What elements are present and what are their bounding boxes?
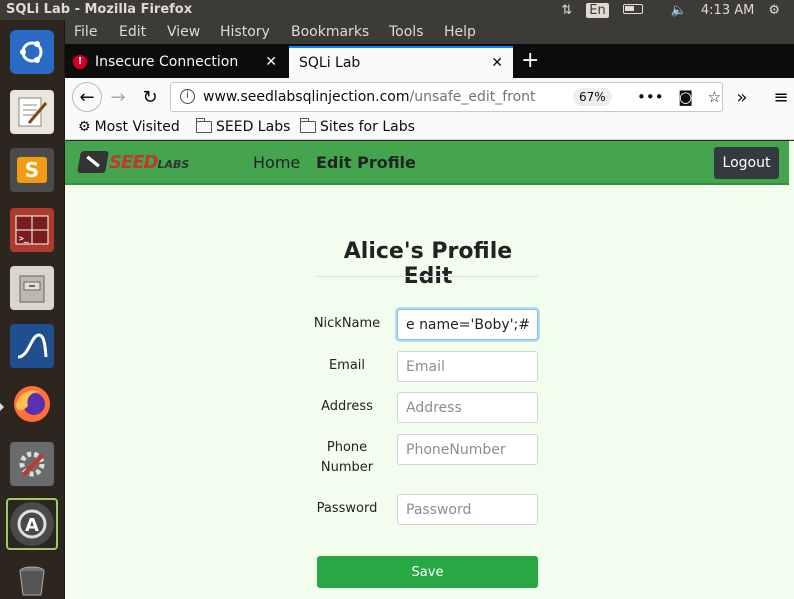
launcher-system-settings[interactable] [6, 438, 58, 490]
menu-help[interactable]: Help [444, 24, 476, 40]
text-editor-icon [10, 90, 54, 134]
launcher-software-updater[interactable]: A [6, 498, 58, 550]
system-top-panel: SQLi Lab - Mozilla Firefox ⇅ En 🔈 4:13 A… [0, 0, 794, 20]
url-bar[interactable]: i www.seedlabsqlinjection.com/unsafe_edi… [170, 82, 723, 112]
zoom-level-badge[interactable]: 67% [573, 88, 612, 106]
settings-gear-icon[interactable]: ⚙ [768, 3, 780, 18]
launcher-wireshark[interactable] [6, 320, 58, 372]
tab-sqli-lab[interactable]: SQLi Lab ✕ [289, 46, 513, 78]
nickname-label: NickName [313, 316, 381, 331]
seed-logo-mark-icon [77, 151, 109, 173]
bookmark-star-icon[interactable]: ☆ [708, 88, 721, 106]
network-arrows-icon[interactable]: ⇅ [561, 3, 572, 18]
navigation-toolbar: ← → ↻ i www.seedlabsqlinjection.com/unsa… [65, 78, 794, 116]
bookmark-label: SEED Labs [216, 119, 291, 135]
phone-number-input[interactable] [397, 434, 538, 465]
web-page: SEEDLABS Home Edit Profile Logout Alice'… [65, 141, 794, 599]
file-cabinet-icon [10, 266, 54, 310]
url-text[interactable]: www.seedlabsqlinjection.com/unsafe_edit_… [203, 89, 543, 105]
wireshark-fin-icon [10, 324, 54, 368]
seed-labs-logo[interactable]: SEEDLABS [77, 151, 190, 173]
hamburger-menu-icon[interactable]: ≡ [768, 84, 794, 110]
launcher-sublime[interactable]: S [6, 144, 58, 196]
tab-insecure-connection[interactable]: ! Insecure Connection ✕ [65, 46, 287, 78]
battery-icon[interactable] [622, 3, 657, 18]
password-input[interactable] [397, 494, 538, 525]
menu-view[interactable]: View [167, 24, 200, 40]
updater-icon: A [10, 502, 54, 546]
sublime-text-icon: S [10, 148, 54, 192]
phone-label-line1: Phone [326, 440, 368, 455]
forward-arrow-icon[interactable]: → [105, 84, 131, 110]
new-tab-plus-icon[interactable]: + [521, 48, 539, 73]
close-tab-icon[interactable]: ✕ [265, 54, 277, 70]
close-tab-icon[interactable]: ✕ [491, 55, 503, 71]
launcher-dash[interactable] [6, 26, 58, 78]
phone-label-line2: Number [320, 460, 374, 475]
site-info-icon[interactable]: i [180, 89, 195, 104]
ubuntu-logo-icon [10, 30, 54, 74]
page-actions: ••• ◙ ☆ [637, 88, 721, 106]
page-actions-ellipsis-icon[interactable]: ••• [637, 88, 664, 106]
menu-tools[interactable]: Tools [389, 24, 424, 40]
bookmark-label: Most Visited [94, 119, 180, 135]
svg-text:>_: >_ [19, 234, 29, 243]
nav-link-home[interactable]: Home [253, 153, 300, 172]
bookmarks-toolbar: ⚙ Most Visited SEED Labs Sites for Labs [65, 116, 794, 140]
reload-icon[interactable]: ↻ [137, 84, 163, 110]
menu-file[interactable]: File [74, 24, 97, 40]
svg-text:A: A [25, 515, 39, 536]
password-label: Password [316, 501, 378, 516]
tab-strip: ! Insecure Connection ✕ SQLi Lab ✕ + [65, 44, 794, 78]
bookmark-sites-for-labs[interactable]: Sites for Labs [299, 118, 415, 135]
window-title: SQLi Lab - Mozilla Firefox [6, 2, 193, 17]
pocket-icon[interactable]: ◙ [678, 88, 693, 106]
keyboard-layout-indicator[interactable]: En [586, 2, 609, 18]
firefox-menubar: File Edit View History Bookmarks Tools H… [65, 20, 794, 44]
address-input[interactable] [397, 392, 538, 423]
warning-icon: ! [73, 55, 87, 69]
launcher-terminal[interactable]: >_ [6, 204, 58, 256]
system-tray: ⇅ En 🔈 4:13 AM ⚙ [561, 0, 794, 20]
launcher-text-editor[interactable] [6, 86, 58, 138]
folder-icon [195, 118, 212, 133]
gear-icon: ⚙ [78, 119, 91, 135]
title-divider [317, 276, 538, 277]
back-arrow-icon[interactable]: ← [72, 82, 102, 112]
logo-text: SEEDLABS [109, 151, 190, 173]
folder-icon [299, 118, 316, 133]
clock[interactable]: 4:13 AM [701, 3, 754, 18]
address-label: Address [321, 399, 373, 414]
nav-link-edit-profile[interactable]: Edit Profile [316, 153, 416, 172]
save-button[interactable]: Save [317, 556, 538, 588]
bookmark-seed-labs[interactable]: SEED Labs [195, 118, 291, 135]
email-label: Email [328, 358, 366, 373]
firefox-icon [10, 382, 54, 426]
tab-label: Insecure Connection [95, 54, 239, 70]
menu-history[interactable]: History [220, 24, 270, 40]
email-input[interactable] [397, 351, 538, 382]
launcher-firefox[interactable] [6, 378, 58, 430]
launcher-trash[interactable] [6, 554, 58, 599]
bookmark-label: Sites for Labs [320, 119, 415, 135]
nickname-input[interactable] [397, 309, 538, 340]
wrench-settings-icon [10, 442, 54, 486]
overflow-chevron-icon[interactable]: » [729, 84, 755, 110]
unity-launcher: S >_ A [0, 20, 65, 599]
running-indicator [0, 403, 4, 411]
menu-edit[interactable]: Edit [119, 24, 146, 40]
logout-button[interactable]: Logout [714, 147, 779, 179]
volume-icon[interactable]: 🔈 [671, 3, 687, 18]
tab-label: SQLi Lab [299, 55, 361, 71]
menu-bookmarks[interactable]: Bookmarks [291, 24, 369, 40]
trash-icon [10, 558, 54, 599]
form-title: Alice's Profile Edit [343, 239, 513, 289]
phone-number-label: Phone Number [305, 438, 389, 478]
site-navbar: SEEDLABS Home Edit Profile Logout [65, 141, 789, 185]
terminal-icon: >_ [10, 208, 54, 252]
launcher-files[interactable] [6, 262, 58, 314]
bookmark-most-visited[interactable]: ⚙ Most Visited [78, 119, 180, 135]
